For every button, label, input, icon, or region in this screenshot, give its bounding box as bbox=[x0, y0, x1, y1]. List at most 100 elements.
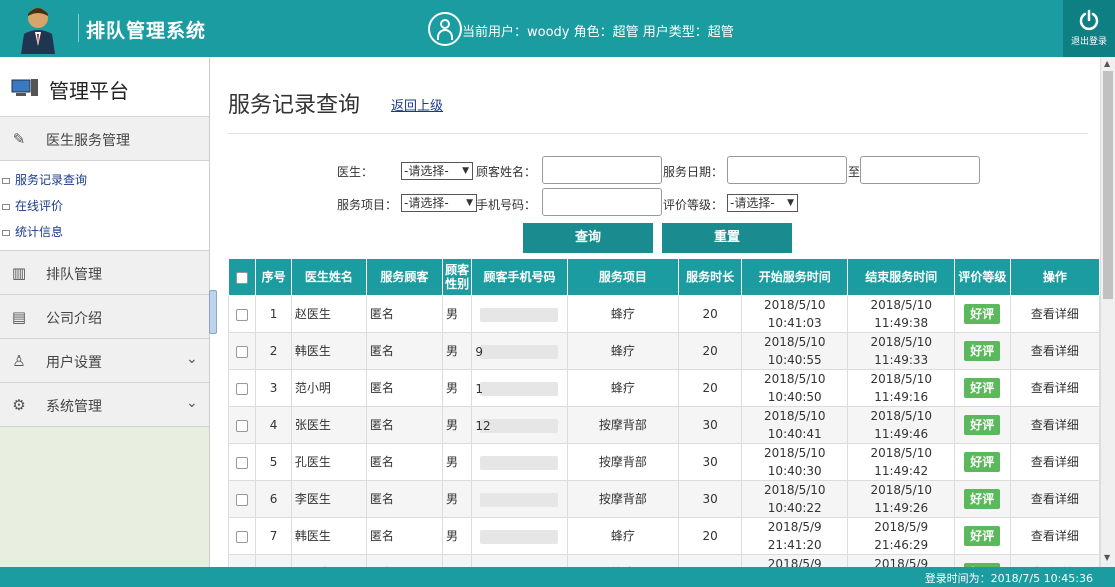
logout-button[interactable]: 退出登录 bbox=[1063, 0, 1115, 57]
cell-start-time: 2018/5/9 21:39:32 bbox=[741, 554, 849, 567]
row-select-cell bbox=[227, 369, 257, 407]
cell-item: 按摩背部 bbox=[566, 406, 680, 444]
phone-input[interactable] bbox=[542, 188, 662, 216]
sidebar-item-queue[interactable]: ▥ 排队管理 bbox=[0, 251, 209, 295]
col-header[interactable]: 顾客性别 bbox=[441, 258, 473, 296]
cell-phone: 1 bbox=[471, 369, 568, 407]
row-select-cell bbox=[227, 480, 257, 518]
cell-end-time: 2018/5/10 11:49:26 bbox=[847, 480, 955, 518]
cell-rating: 好评 bbox=[953, 480, 1011, 518]
phone-prefix: 1 bbox=[475, 382, 483, 396]
page-scrollbar[interactable]: ▲ ▼ bbox=[1100, 57, 1115, 567]
query-button[interactable]: 查询 bbox=[523, 223, 653, 253]
cell-gender: 男 bbox=[441, 406, 473, 444]
scrollbar-thumb[interactable] bbox=[1103, 71, 1113, 299]
chevron-down-icon: ⌄ bbox=[186, 351, 198, 367]
computer-icon bbox=[11, 79, 38, 96]
cell-duration: 30 bbox=[678, 443, 743, 481]
date-to-input[interactable] bbox=[860, 156, 980, 184]
view-detail-link[interactable]: 查看详细 bbox=[1031, 492, 1079, 506]
table-row: 3 范小明 匿名男 1 蜂疗 20 2018/5/10 10:40:50 2018/5/10 … bbox=[227, 369, 1100, 407]
sidebar-item-user-settings[interactable]: ♙ 用户设置 ⌄ bbox=[0, 339, 209, 383]
select-all-checkbox[interactable] bbox=[236, 271, 249, 284]
row-checkbox[interactable] bbox=[236, 382, 249, 395]
rating-badge: 好评 bbox=[964, 415, 1001, 435]
cell-end-time: 2018/5/10 11:49:46 bbox=[847, 406, 955, 444]
cell-duration: 20 bbox=[678, 369, 743, 407]
cell-no: 1 bbox=[255, 295, 292, 333]
sidebar-item-system[interactable]: ⚙ 系统管理 ⌄ bbox=[0, 383, 209, 427]
sidebar-item-company[interactable]: ▤ 公司介绍 bbox=[0, 295, 209, 339]
col-header[interactable]: 服务顾客 bbox=[365, 258, 443, 296]
cell-gender: 男 bbox=[441, 480, 473, 518]
table-row: 7 韩医生 匿名男 蜂疗 20 2018/5/9 21:41:20 2018/5/9 21:… bbox=[227, 517, 1100, 555]
rating-badge: 好评 bbox=[964, 378, 1001, 398]
row-select-cell bbox=[227, 332, 257, 370]
view-detail-link[interactable]: 查看详细 bbox=[1031, 344, 1079, 358]
scroll-down-icon[interactable]: ▼ bbox=[1104, 553, 1110, 562]
row-checkbox[interactable] bbox=[236, 419, 249, 432]
sidebar-subitem-online-review[interactable]: 在线评价 bbox=[0, 193, 209, 219]
reset-button[interactable]: 重置 bbox=[662, 223, 792, 253]
cell-doctor: 张医生 bbox=[290, 406, 367, 444]
view-detail-link[interactable]: 查看详细 bbox=[1031, 307, 1079, 321]
row-checkbox[interactable] bbox=[236, 345, 249, 358]
scroll-up-icon[interactable]: ▲ bbox=[1104, 59, 1110, 68]
row-checkbox[interactable] bbox=[236, 493, 249, 506]
cell-no: 8 bbox=[255, 554, 292, 567]
cell-doctor: 孔医生 bbox=[290, 554, 367, 567]
cell-rating: 好评 bbox=[953, 554, 1011, 567]
sidebar-item-doctor-service[interactable]: ✎ 医生服务管理 bbox=[0, 117, 209, 161]
rating-select[interactable]: -请选择- ▼ bbox=[727, 194, 798, 212]
cell-duration: 30 bbox=[678, 480, 743, 518]
row-checkbox[interactable] bbox=[236, 530, 249, 543]
table-row: 4 张医生 匿名男 12 按摩背部 30 2018/5/10 10:40:41 2018/5/… bbox=[227, 406, 1100, 444]
col-header[interactable]: 开始服务时间 bbox=[741, 258, 849, 296]
dropdown-arrow-icon: ▼ bbox=[462, 166, 469, 176]
rating-badge: 好评 bbox=[964, 341, 1001, 361]
service-date-label: 服务日期： bbox=[663, 165, 724, 179]
cell-action: 查看详细 bbox=[1009, 295, 1100, 333]
col-header[interactable]: 序号 bbox=[255, 258, 292, 296]
sidebar-subitem-statistics[interactable]: 统计信息 bbox=[0, 219, 209, 245]
back-link[interactable]: 返回上级 bbox=[391, 95, 443, 114]
cell-rating: 好评 bbox=[953, 517, 1011, 555]
page-title: 服务记录查询 bbox=[228, 93, 361, 118]
date-from-input[interactable] bbox=[727, 156, 847, 184]
cell-phone: 9 bbox=[471, 332, 568, 370]
cell-doctor: 孔医生 bbox=[290, 443, 367, 481]
phone-prefix: 9 bbox=[475, 345, 483, 359]
col-header[interactable]: 服务时长 bbox=[678, 258, 743, 296]
table-row: 8孔医生匿名男1蜂疗202018/5/9 21:39:322018/5/9 21… bbox=[227, 554, 1100, 567]
cell-phone bbox=[471, 295, 568, 333]
sidebar-subitem-service-records[interactable]: 服务记录查询 bbox=[0, 167, 209, 193]
cell-customer: 匿名 bbox=[365, 295, 443, 333]
customer-name-input[interactable] bbox=[542, 156, 662, 184]
cell-action: 查看详细 bbox=[1009, 369, 1100, 407]
col-header[interactable]: 服务项目 bbox=[566, 258, 680, 296]
doctor-select[interactable]: -请选择- ▼ bbox=[401, 162, 473, 180]
chevron-down-icon: ⌄ bbox=[186, 395, 198, 411]
cell-no: 7 bbox=[255, 517, 292, 555]
cell-end-time: 2018/5/10 11:49:33 bbox=[847, 332, 955, 370]
view-detail-link[interactable]: 查看详细 bbox=[1031, 529, 1079, 543]
col-header[interactable]: 医生姓名 bbox=[290, 258, 367, 296]
cell-gender: 男 bbox=[441, 517, 473, 555]
col-header[interactable]: 评价等级 bbox=[953, 258, 1011, 296]
cell-doctor: 李医生 bbox=[290, 480, 367, 518]
row-checkbox[interactable] bbox=[236, 308, 249, 321]
admin-avatar-icon bbox=[21, 8, 55, 54]
row-checkbox[interactable] bbox=[236, 456, 249, 469]
cell-action: 查看详细 bbox=[1009, 406, 1100, 444]
service-item-select[interactable]: -请选择- ▼ bbox=[401, 194, 477, 212]
view-detail-link[interactable]: 查看详细 bbox=[1031, 381, 1079, 395]
view-detail-link[interactable]: 查看详细 bbox=[1031, 455, 1079, 469]
view-detail-link[interactable]: 查看详细 bbox=[1031, 418, 1079, 432]
table-row: 1 赵医生 匿名男 蜂疗 20 2018/5/10 10:41:03 2018/5/10 1… bbox=[227, 295, 1100, 333]
col-header[interactable]: 结束服务时间 bbox=[847, 258, 955, 296]
cell-customer: 匿名 bbox=[365, 517, 443, 555]
edit-icon: ✎ bbox=[12, 130, 26, 148]
cell-start-time: 2018/5/9 21:41:20 bbox=[741, 517, 849, 555]
col-header[interactable]: 操作 bbox=[1009, 258, 1100, 296]
col-header[interactable]: 顾客手机号码 bbox=[471, 258, 568, 296]
